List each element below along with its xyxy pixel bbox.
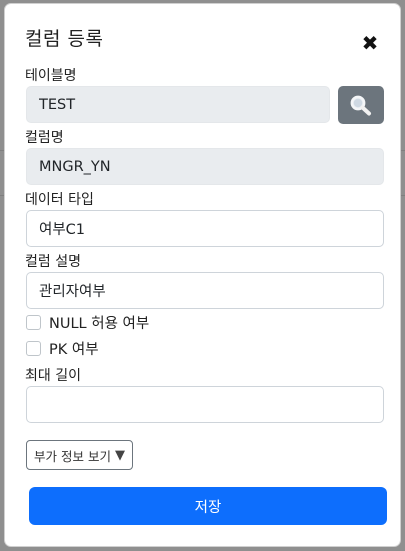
data-type-label: 데이터 타입 bbox=[25, 192, 94, 208]
data-type-field[interactable] bbox=[26, 210, 384, 247]
column-name-label: 컬럼명 bbox=[25, 130, 64, 146]
save-button[interactable]: 저장 bbox=[29, 487, 387, 525]
column-desc-label: 컬럼 설명 bbox=[25, 254, 81, 270]
search-icon bbox=[350, 95, 371, 116]
primary-key-checkbox[interactable] bbox=[26, 340, 41, 356]
close-icon[interactable]: ✖ bbox=[361, 33, 379, 53]
primary-key-label: PK 여부 bbox=[49, 341, 99, 358]
max-length-field[interactable] bbox=[26, 386, 384, 423]
max-length-label: 최대 길이 bbox=[25, 368, 81, 384]
more-info-button[interactable]: 부가 정보 보기 ▼ bbox=[26, 440, 133, 470]
column-name-field[interactable] bbox=[26, 148, 384, 185]
column-desc-field[interactable] bbox=[26, 272, 384, 309]
chevron-down-icon: ▼ bbox=[114, 447, 125, 463]
nullable-label: NULL 허용 여부 bbox=[49, 315, 150, 332]
save-button-label: 저장 bbox=[194, 499, 222, 516]
table-name-label: 테이블명 bbox=[25, 68, 77, 84]
more-info-label: 부가 정보 보기 bbox=[34, 448, 111, 464]
table-name-field[interactable] bbox=[26, 86, 330, 123]
nullable-row: NULL 허용 여부 bbox=[26, 313, 150, 332]
column-register-modal: 컬럼 등록 ✖ 테이블명 컬럼명 데이터 타입 컬럼 설명 NULL 허용 여부… bbox=[4, 3, 401, 547]
primary-key-row: PK 여부 bbox=[26, 339, 99, 358]
search-button[interactable] bbox=[338, 86, 384, 124]
nullable-checkbox[interactable] bbox=[26, 314, 41, 330]
modal-title: 컬럼 등록 bbox=[25, 28, 104, 50]
